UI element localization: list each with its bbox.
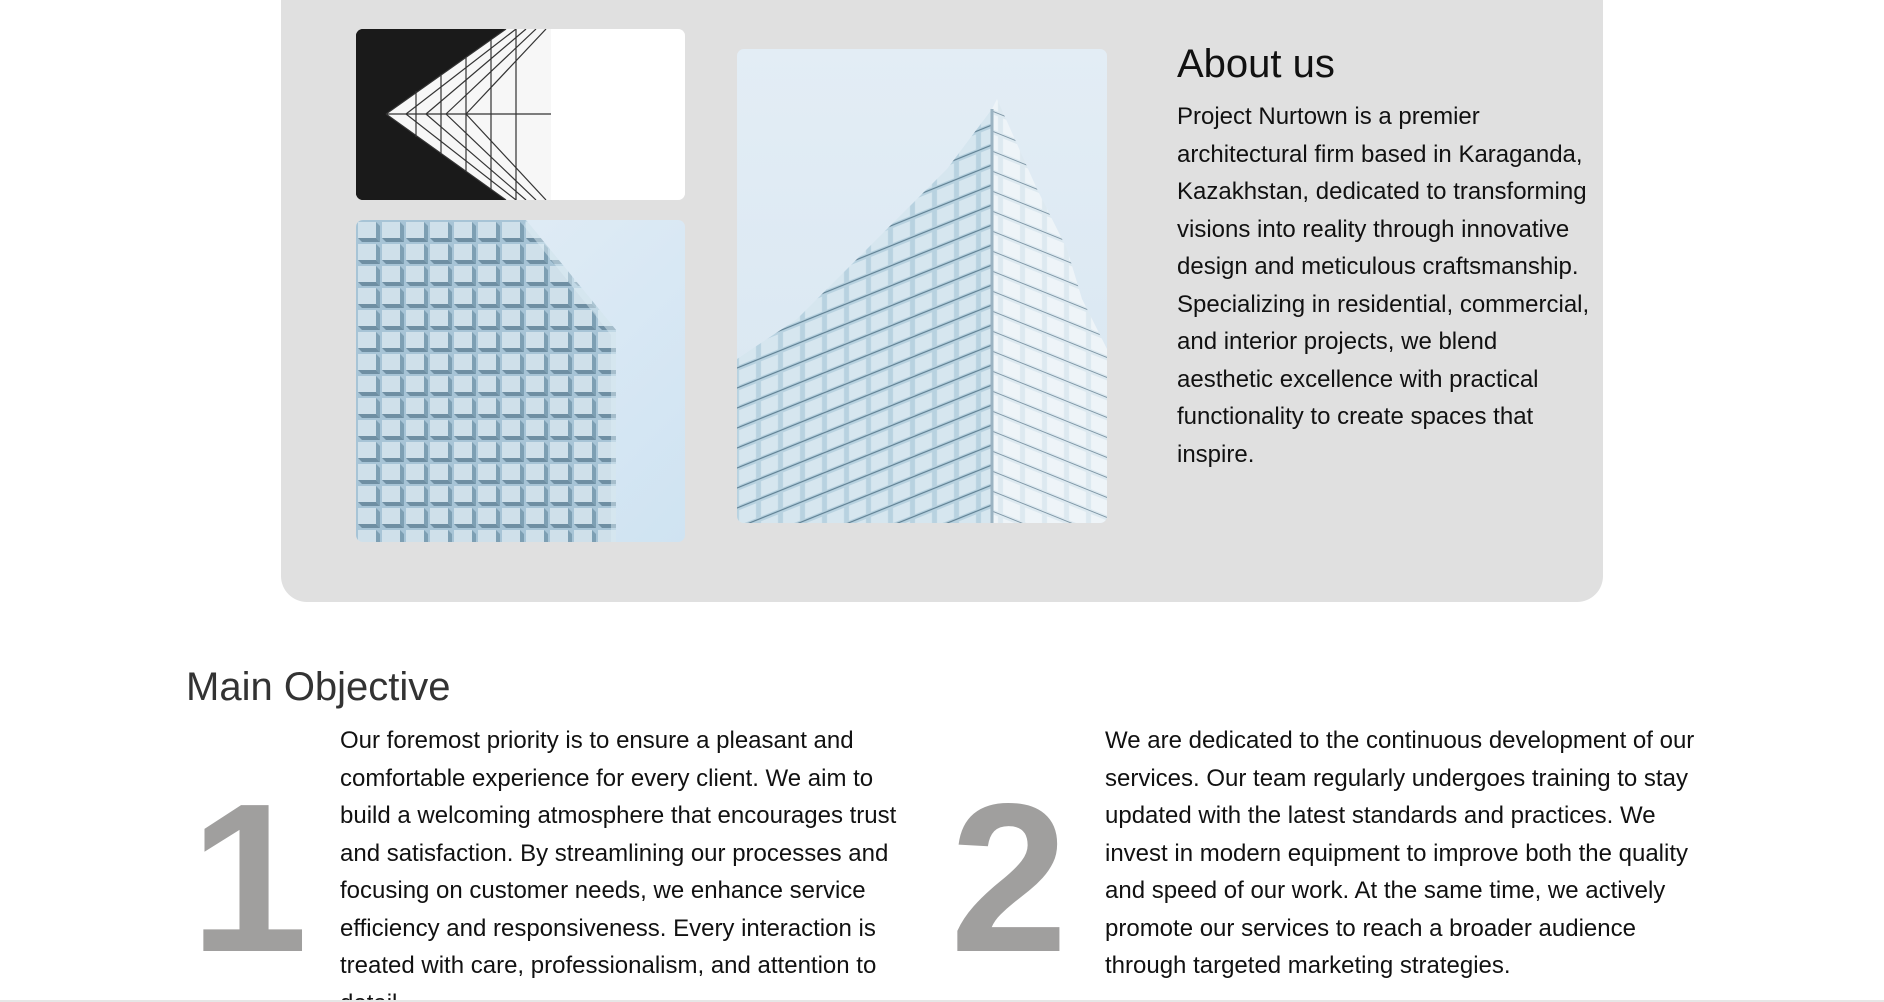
- main-objective-section: Main Objective 1 Our foremost priority i…: [0, 0, 1884, 1002]
- objective-number-2: 2: [950, 759, 1068, 996]
- page: About us Project Nurtown is a premier ar…: [0, 0, 1884, 1002]
- objective-heading: Main Objective: [186, 665, 451, 709]
- objective-text-1: Our foremost priority is to ensure a ple…: [340, 727, 897, 1002]
- objective-number-1: 1: [190, 759, 308, 996]
- objective-text-2: We are dedicated to the continuous devel…: [1105, 727, 1695, 979]
